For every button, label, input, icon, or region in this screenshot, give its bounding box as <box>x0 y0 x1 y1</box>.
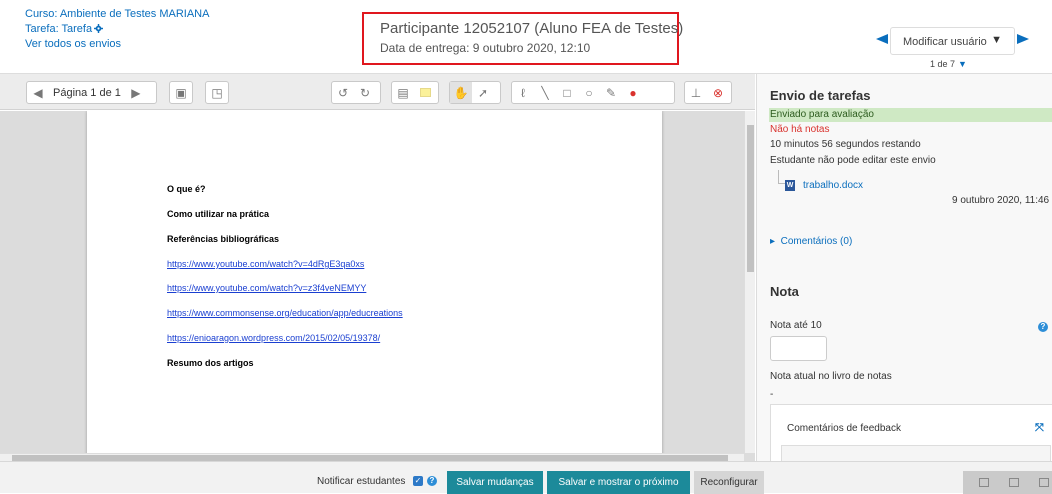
doc-line: Resumo dos artigos <box>167 358 254 368</box>
comment-color-button[interactable] <box>414 82 436 103</box>
change-user-label: Modificar usuário <box>903 36 987 48</box>
current-grade-label: Nota atual no livro de notas <box>770 371 892 382</box>
action-bar: Notificar estudantes ✓ ? Salvar mudanças… <box>0 461 1052 494</box>
layout-toggle-group <box>963 471 1052 494</box>
fullscreen-icon[interactable]: ⤧ <box>1035 422 1044 435</box>
doc-link[interactable]: https://www.youtube.com/watch?v=4dRgE3qa… <box>167 259 364 269</box>
gear-icon[interactable] <box>94 24 104 33</box>
grade-title: Nota <box>770 284 799 299</box>
doc-link[interactable]: https://enioaragon.wordpress.com/2015/02… <box>167 333 380 343</box>
vertical-scrollbar-thumb[interactable] <box>747 125 754 272</box>
save-button[interactable]: Salvar mudanças <box>447 471 543 494</box>
course-link[interactable]: Curso: Ambiente de Testes MARIANA <box>25 8 209 20</box>
submission-title: Envio de tarefas <box>770 88 871 103</box>
color-drop-icon[interactable]: ● <box>622 82 644 103</box>
document-page: O que é? Como utilizar na prática Referê… <box>87 111 662 461</box>
feedback-section: Comentários de feedback ⤧ <box>770 404 1052 461</box>
grade-label: Nota até 10 <box>770 320 822 331</box>
word-file-icon: W <box>785 180 795 191</box>
filter-icon[interactable]: ▼ <box>958 59 967 69</box>
layout-both-icon[interactable] <box>1009 478 1019 487</box>
participant-name: Participante 12052107 (Aluno FEA de Test… <box>380 20 684 37</box>
rotate-right-icon[interactable]: ↻ <box>354 82 376 103</box>
pan-hand-icon[interactable]: ✋ <box>450 82 472 103</box>
assignment-link[interactable]: Tarefa: Tarefa <box>25 23 104 35</box>
stamp-icon[interactable]: ⊥ <box>685 82 707 103</box>
highlighter-icon[interactable]: ✎ <box>600 82 622 103</box>
page-select[interactable]: Página 1 de 1 <box>49 87 125 99</box>
notify-label: Notificar estudantes <box>317 476 406 487</box>
user-navigation: Modificar usuário ▼ 1 de 7 ▼ <box>876 27 1036 69</box>
draw-group: ℓ ╲ □ ○ ✎ ● <box>511 81 675 104</box>
assignment-label: Tarefa: Tarefa <box>25 23 93 35</box>
page-navigation: ◀ Página 1 de 1 ▶ <box>26 81 157 104</box>
doc-link[interactable]: https://www.commonsense.org/education/ap… <box>167 308 403 318</box>
comment-icon[interactable]: ▤ <box>392 82 414 103</box>
line-icon[interactable]: ╲ <box>534 82 556 103</box>
feedback-label: Comentários de feedback <box>787 423 901 434</box>
doc-line: Referências bibliográficas <box>167 234 280 244</box>
participant-info: Participante 12052107 (Aluno FEA de Test… <box>362 12 683 65</box>
save-and-next-button[interactable]: Salvar e mostrar o próximo <box>547 471 690 494</box>
file-date: 9 outubro 2020, 11:46 <box>952 195 1050 206</box>
comment-color-swatch <box>419 88 431 97</box>
chevron-down-icon: ▼ <box>991 34 1002 46</box>
annotation-toolbar: ◀ Página 1 de 1 ▶ ▣ ◳ ↺ ↻ ▤ ✋ ➚ ℓ ╲ □ ○ … <box>0 74 755 110</box>
help-icon[interactable]: ? <box>427 476 437 486</box>
doc-link[interactable]: https://www.youtube.com/watch?v=z3f4veNE… <box>167 283 366 293</box>
comment-group: ▤ <box>391 81 439 104</box>
caret-right-icon: ▸ <box>770 236 776 247</box>
page-header: Curso: Ambiente de Testes MARIANA Tarefa… <box>0 0 1052 74</box>
vertical-scrollbar[interactable] <box>744 111 755 453</box>
horizontal-scrollbar[interactable] <box>0 453 744 461</box>
expand-collapse-button[interactable]: ◳ <box>205 81 229 104</box>
view-all-submissions-link[interactable]: Ver todos os envios <box>25 38 121 50</box>
submission-status: Enviado para avaliação <box>769 108 1052 122</box>
next-page-icon[interactable]: ▶ <box>125 82 147 103</box>
rotate-left-icon[interactable]: ↺ <box>332 82 354 103</box>
document-viewer[interactable]: O que é? Como utilizar na prática Referê… <box>0 111 755 461</box>
layout-right-icon[interactable] <box>1039 478 1049 487</box>
breadcrumb: Curso: Ambiente de Testes MARIANA Tarefa… <box>25 7 209 52</box>
editor-toolbar[interactable] <box>781 445 1051 461</box>
rectangle-icon[interactable]: □ <box>556 82 578 103</box>
user-count-text: 1 de 7 <box>930 59 956 69</box>
select-group: ✋ ➚ <box>449 81 501 104</box>
previous-page-icon[interactable]: ◀ <box>27 82 49 103</box>
doc-line: O que é? <box>167 184 206 194</box>
rotate-group: ↺ ↻ <box>331 81 381 104</box>
oval-icon[interactable]: ○ <box>578 82 600 103</box>
grading-status: Não há notas <box>770 124 830 135</box>
search-comments-icon: ▣ <box>175 85 187 100</box>
notify-checkbox[interactable]: ✓ <box>413 476 423 486</box>
expand-icon: ◳ <box>211 85 223 100</box>
previous-user-arrow-icon[interactable] <box>876 34 888 44</box>
submitted-file-link[interactable]: trabalho.docx <box>803 180 863 191</box>
grade-input[interactable] <box>770 336 827 361</box>
search-comments-button[interactable]: ▣ <box>169 81 193 104</box>
next-user-arrow-icon[interactable] <box>1017 34 1029 44</box>
edit-status: Estudante não pode editar este envio <box>770 155 936 166</box>
due-date: Data de entrega: 9 outubro 2020, 12:10 <box>380 41 591 55</box>
comments-label: Comentários (0) <box>780 236 853 247</box>
doc-line: Como utilizar na prática <box>167 209 270 219</box>
current-grade-value: - <box>770 389 774 400</box>
grading-panel: Envio de tarefas Enviado para avaliação … <box>756 74 1052 461</box>
help-icon[interactable]: ? <box>1038 322 1048 332</box>
select-cursor-icon[interactable]: ➚ <box>472 82 494 103</box>
stamp-picker-icon[interactable]: ⊗ <box>707 82 729 103</box>
reset-button[interactable]: Reconfigurar <box>694 471 764 494</box>
stamp-group: ⊥ ⊗ <box>684 81 732 104</box>
user-count: 1 de 7 ▼ <box>930 59 967 69</box>
pen-icon[interactable]: ℓ <box>512 82 534 103</box>
layout-left-icon[interactable] <box>979 478 989 487</box>
time-remaining: 10 minutos 56 segundos restando <box>770 139 921 150</box>
change-user-select[interactable]: Modificar usuário ▼ <box>890 27 1015 55</box>
comments-toggle[interactable]: ▸ Comentários (0) <box>770 236 852 247</box>
